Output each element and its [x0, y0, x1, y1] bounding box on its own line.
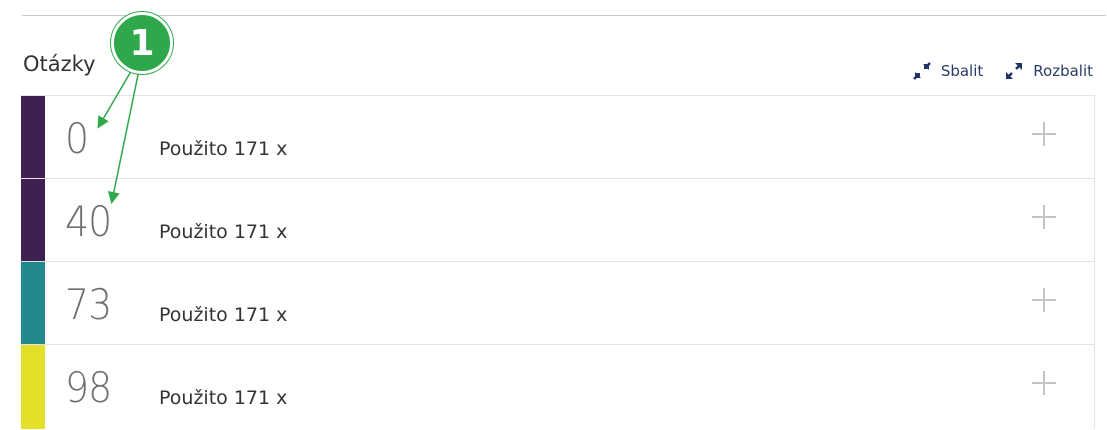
score-color-bar [21, 96, 45, 178]
question-row[interactable]: 98 Použito 171 x [21, 345, 1095, 429]
plus-icon[interactable] [1032, 371, 1056, 395]
expand-arrows-icon [1003, 60, 1025, 82]
question-row[interactable]: 73 Použito 171 x [21, 262, 1095, 345]
annotation-badge: 1 [111, 12, 173, 74]
question-row[interactable]: 0 Použito 171 x [21, 96, 1095, 179]
usage-count: Použito 171 x [159, 138, 288, 160]
collapse-all-label: Sbalit [940, 62, 984, 80]
score-color-bar [21, 345, 45, 429]
score-value: 0 [65, 114, 89, 163]
expand-all-label: Rozbalit [1033, 62, 1093, 80]
usage-count: Použito 171 x [159, 387, 288, 409]
score-value: 73 [65, 280, 112, 329]
toolbar: Sbalit Rozbalit [911, 60, 1093, 82]
top-divider [22, 15, 1106, 16]
plus-icon[interactable] [1032, 288, 1056, 312]
question-row[interactable]: 40 Použito 171 x [21, 179, 1095, 262]
expand-all-button[interactable]: Rozbalit [1003, 60, 1093, 82]
score-value: 98 [65, 363, 112, 412]
usage-count: Použito 171 x [159, 304, 288, 326]
questions-list: 0 Použito 171 x 40 Použito 171 x 73 Použ… [21, 95, 1095, 429]
plus-icon[interactable] [1032, 122, 1056, 146]
section-title: Otázky [23, 52, 96, 76]
collapse-arrows-icon [911, 60, 933, 82]
usage-count: Použito 171 x [159, 221, 288, 243]
score-value: 40 [65, 197, 112, 246]
score-color-bar [21, 262, 45, 344]
collapse-all-button[interactable]: Sbalit [911, 60, 983, 82]
plus-icon[interactable] [1032, 205, 1056, 229]
score-color-bar [21, 179, 45, 261]
